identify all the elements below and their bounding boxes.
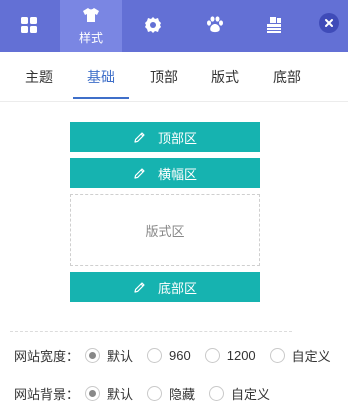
site-background-row: 网站背景： 默认 隐藏 自定义 [14, 383, 284, 403]
layout-zone-label: 版式区 [145, 223, 185, 239]
subtab-top[interactable]: 顶部 [138, 52, 190, 102]
background-option-hidden[interactable]: 隐藏 [147, 384, 195, 403]
width-option-1200[interactable]: 1200 [204, 347, 256, 363]
bottom-zone-label: 底部区 [157, 280, 197, 296]
top-zone-button[interactable]: 顶部区 [70, 122, 260, 152]
top-toolbar: 样式 [0, 0, 348, 52]
background-option-default[interactable]: 默认 [85, 384, 133, 403]
tab-pets[interactable] [186, 0, 244, 52]
radio-button[interactable] [85, 385, 101, 401]
tab-settings[interactable] [124, 0, 182, 52]
site-width-row: 网站宽度： 默认 960 1200 自定义 [14, 345, 331, 365]
site-background-label: 网站背景： [14, 386, 80, 402]
close-icon [324, 16, 334, 31]
pencil-icon [133, 167, 146, 180]
subtab-bar: 主题 基础 顶部 版式 底部 [0, 52, 348, 102]
tab-modules[interactable] [245, 0, 303, 52]
banner-zone-button[interactable]: 横幅区 [70, 158, 260, 188]
background-option-custom[interactable]: 自定义 [209, 384, 270, 403]
pencil-icon [133, 281, 146, 294]
close-button[interactable] [319, 13, 339, 33]
radio-button[interactable] [204, 347, 220, 363]
subtab-basic[interactable]: 基础 [75, 52, 127, 102]
radio-button[interactable] [147, 385, 163, 401]
radio-button[interactable] [147, 347, 163, 363]
radio-button[interactable] [269, 347, 285, 363]
pencil-icon [133, 131, 146, 144]
top-zone-label: 顶部区 [157, 130, 197, 146]
grid-icon [20, 16, 38, 37]
width-option-960[interactable]: 960 [147, 347, 191, 363]
layout-zone[interactable]: 版式区 [70, 194, 260, 266]
active-tab-indicator [73, 97, 129, 99]
tab-style[interactable]: 样式 [60, 0, 122, 52]
radio-button[interactable] [209, 385, 225, 401]
paw-icon [206, 16, 224, 36]
tab-style-label: 样式 [78, 30, 103, 45]
tab-layout[interactable] [0, 0, 58, 52]
tshirt-icon [82, 7, 100, 26]
stamp-icon [266, 16, 282, 37]
bottom-zone-button[interactable]: 底部区 [70, 272, 260, 302]
width-option-custom[interactable]: 自定义 [269, 346, 331, 365]
site-width-label: 网站宽度： [14, 348, 80, 364]
banner-zone-label: 横幅区 [157, 166, 197, 182]
section-divider [10, 331, 292, 332]
gear-icon [144, 16, 162, 37]
subtab-layout[interactable]: 版式 [199, 52, 251, 102]
subtab-bottom[interactable]: 底部 [261, 52, 313, 102]
subtab-theme[interactable]: 主题 [14, 52, 64, 102]
width-option-default[interactable]: 默认 [85, 346, 133, 365]
radio-button[interactable] [85, 347, 101, 363]
